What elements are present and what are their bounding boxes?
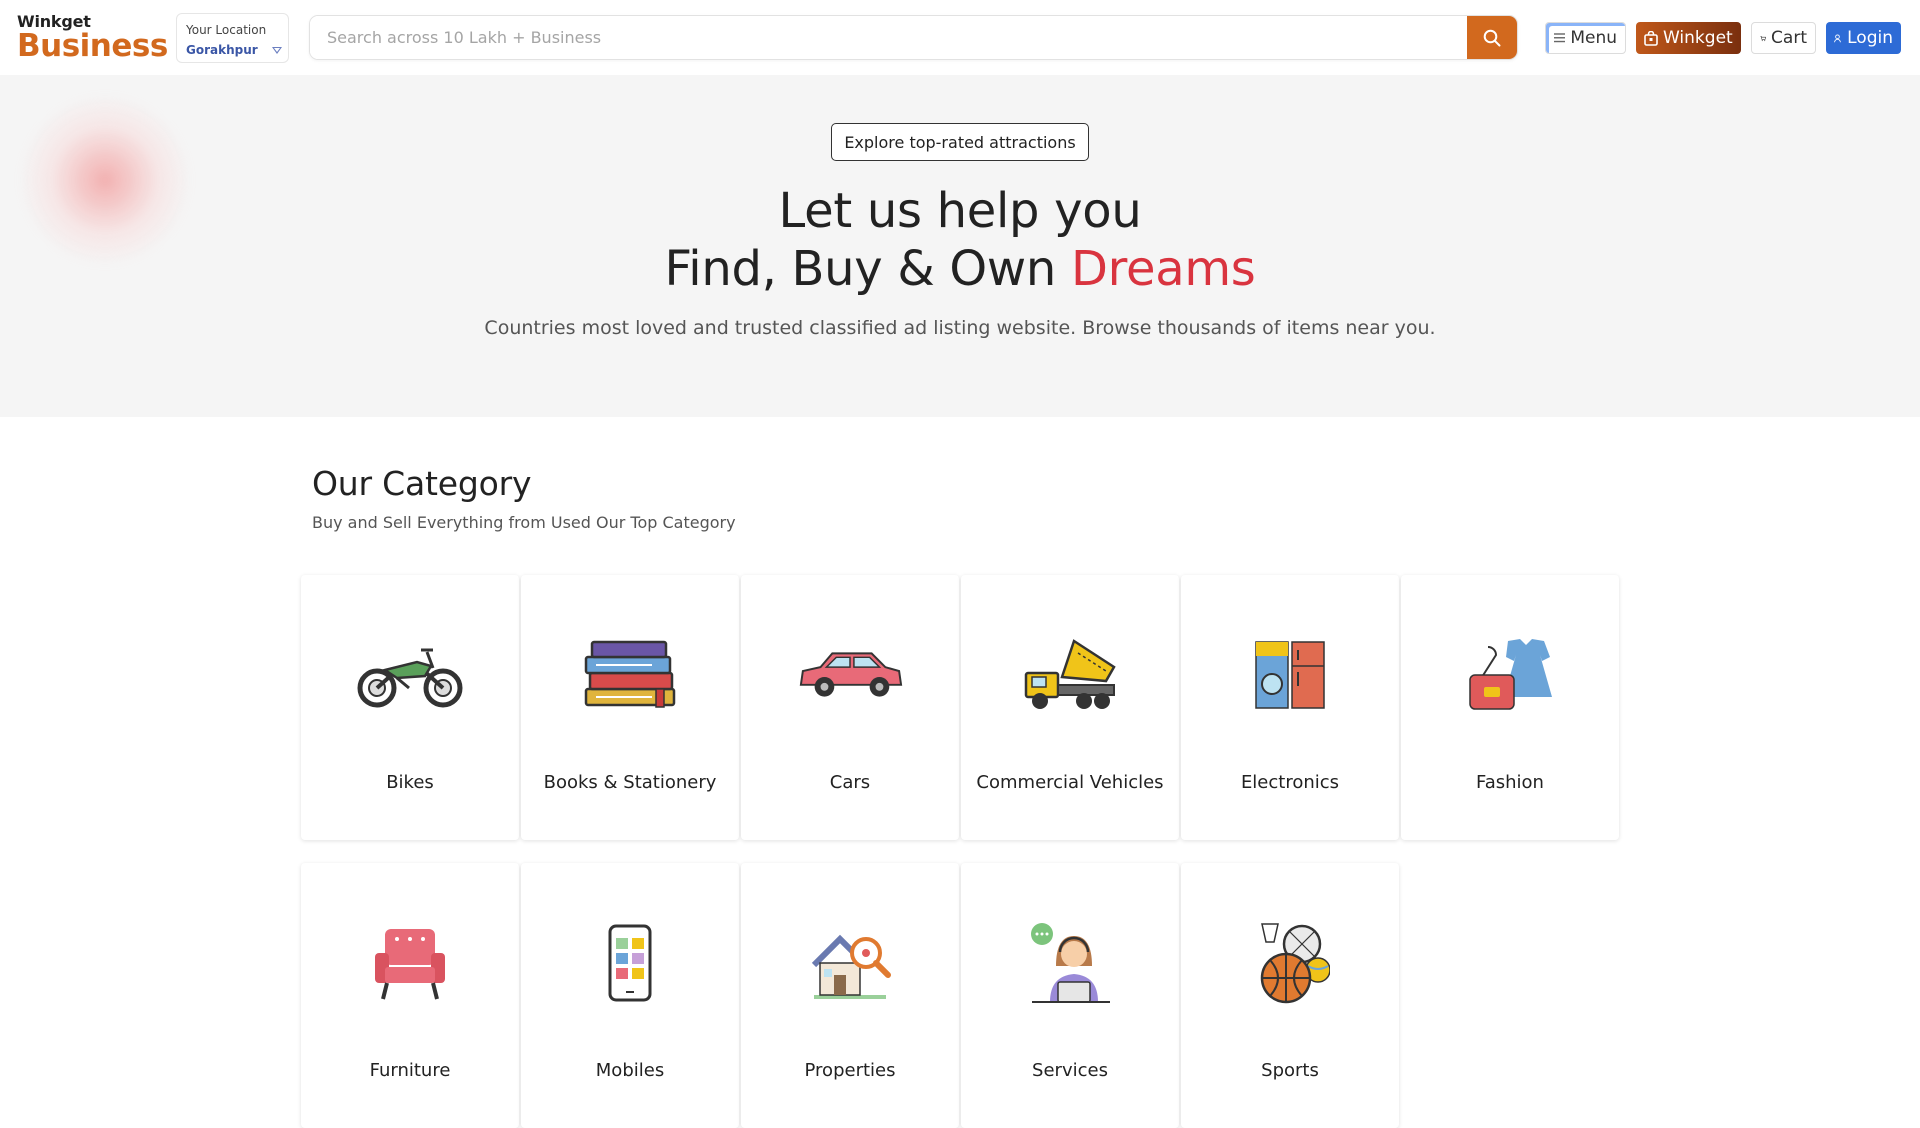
car-icon (795, 630, 905, 720)
user-icon (1834, 33, 1841, 42)
cart-button[interactable]: Cart (1751, 22, 1816, 54)
category-label: Services (1032, 1060, 1108, 1081)
hero-heading-prefix: Find, Buy & Own (664, 241, 1071, 297)
cart-icon (1760, 35, 1766, 41)
books-icon (575, 630, 685, 720)
menu-button[interactable]: Menu (1545, 22, 1626, 54)
category-card-cars[interactable]: Cars (741, 575, 959, 840)
house-search-icon (795, 918, 905, 1008)
category-title: Our Category (312, 464, 532, 503)
search-button[interactable] (1467, 16, 1517, 59)
category-label: Mobiles (595, 1060, 665, 1081)
winkget-button-label: Winkget (1663, 28, 1733, 48)
sports-balls-icon (1235, 918, 1345, 1008)
category-label: Books & Stationery (543, 772, 717, 793)
chevron-down-icon (271, 46, 282, 54)
hero-heading-line1: Let us help you (778, 183, 1142, 239)
category-label: Cars (829, 772, 871, 793)
appliances-icon (1235, 630, 1345, 720)
category-label: Furniture (369, 1060, 451, 1081)
category-card-mobiles[interactable]: Mobiles (521, 863, 739, 1128)
category-card-fashion[interactable]: Fashion (1401, 575, 1619, 840)
category-label: Properties (804, 1060, 896, 1081)
category-subtitle: Buy and Sell Everything from Used Our To… (312, 513, 736, 532)
category-card-properties[interactable]: Properties (741, 863, 959, 1128)
hamburger-icon (1554, 33, 1566, 43)
hero-heading-highlight: Dreams (1070, 241, 1256, 297)
search-input[interactable] (310, 16, 1470, 59)
cart-button-label: Cart (1771, 28, 1807, 48)
login-button-label: Login (1847, 28, 1893, 48)
logo-bottom-text: Business (17, 28, 168, 64)
category-card-books-stationery[interactable]: Books & Stationery (521, 575, 739, 840)
category-label: Bikes (386, 772, 434, 793)
login-button[interactable]: Login (1826, 22, 1901, 54)
shopping-bag-icon (1644, 30, 1658, 46)
category-label: Electronics (1240, 772, 1340, 793)
smartphone-icon (575, 918, 685, 1008)
location-selector[interactable]: Your Location Gorakhpur (176, 13, 289, 63)
dress-bag-icon (1455, 630, 1565, 720)
category-card-sports[interactable]: Sports (1181, 863, 1399, 1128)
category-card-bikes[interactable]: Bikes (301, 575, 519, 840)
winkget-button[interactable]: Winkget (1636, 22, 1741, 54)
location-label: Your Location (186, 23, 267, 37)
location-value: Gorakhpur (186, 43, 258, 57)
category-label: Sports (1261, 1060, 1319, 1081)
search-icon (1483, 29, 1501, 46)
hero-subtitle: Countries most loved and trusted classif… (484, 317, 1436, 339)
category-label: Fashion (1476, 772, 1544, 793)
category-card-furniture[interactable]: Furniture (301, 863, 519, 1128)
explore-badge[interactable]: Explore top-rated attractions (831, 123, 1089, 161)
hero-section: Explore top-rated attractions Let us hel… (0, 75, 1920, 417)
category-card-services[interactable]: Services (961, 863, 1179, 1128)
dump-truck-icon (1015, 630, 1125, 720)
location-value-row: Gorakhpur (186, 43, 288, 57)
category-card-electronics[interactable]: Electronics (1181, 575, 1399, 840)
search-bar (309, 15, 1518, 60)
site-logo[interactable]: Winkget Business (17, 14, 168, 62)
hero-heading-line2: Find, Buy & Own Dreams (0, 241, 1920, 297)
category-label: Commercial Vehicles (976, 772, 1164, 793)
top-header: Winkget Business Your Location Gorakhpur… (0, 0, 1920, 75)
armchair-icon (355, 918, 465, 1008)
support-agent-icon (1015, 918, 1125, 1008)
category-card-commercial-vehicles[interactable]: Commercial Vehicles (961, 575, 1179, 840)
menu-button-label: Menu (1570, 28, 1617, 48)
decorative-blob (20, 95, 190, 265)
motorbike-icon (355, 630, 465, 720)
